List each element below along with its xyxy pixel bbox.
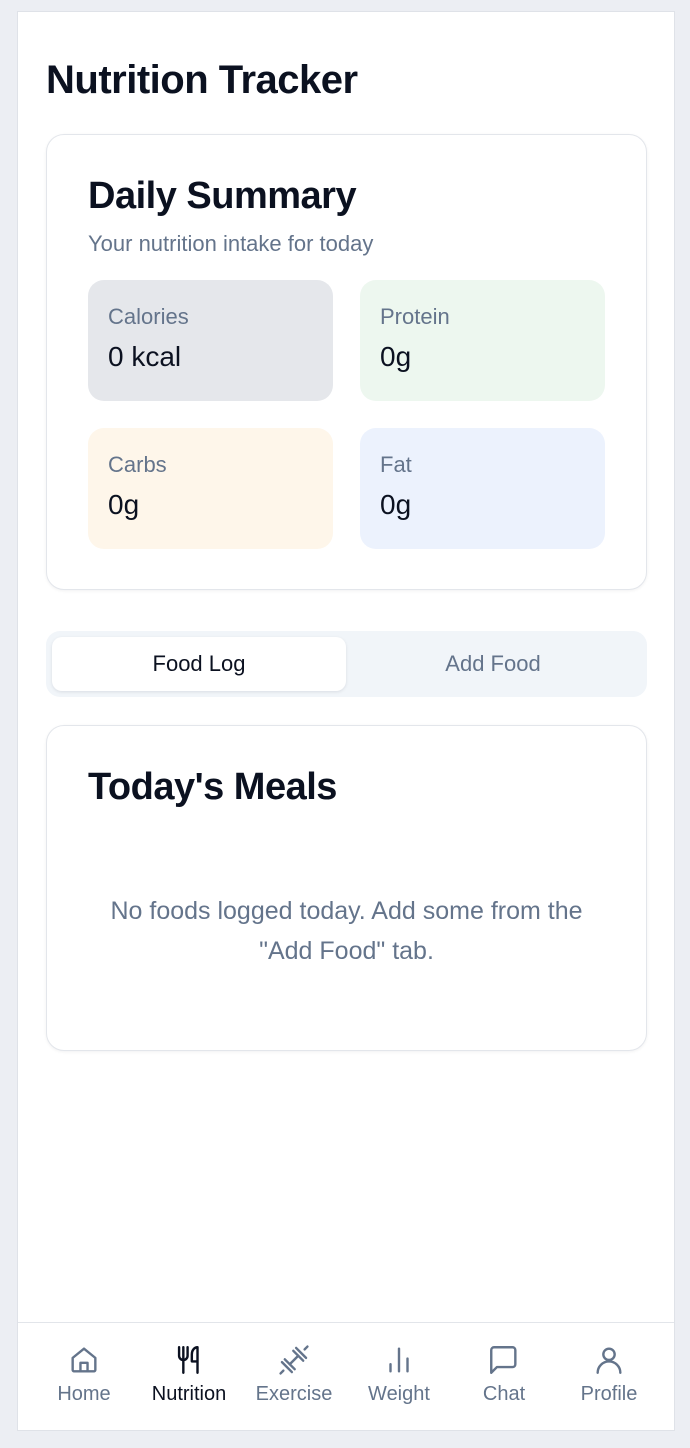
todays-meals-card: Today's Meals No foods logged today. Add… [46, 725, 647, 1051]
nav-home[interactable]: Home [29, 1323, 139, 1430]
utensils-icon [177, 1346, 199, 1374]
nav-profile-label: Profile [580, 1383, 638, 1405]
nav-nutrition-label: Nutrition [151, 1383, 227, 1405]
tab-add-food[interactable]: Add Food [346, 637, 640, 691]
daily-summary-title: Daily Summary [88, 175, 357, 217]
fat-value: 0g [380, 489, 412, 520]
calories-value: 0 kcal [108, 341, 182, 372]
carbs-value: 0g [108, 489, 140, 520]
bottom-nav: Home Nutrition Exercise Weight Chat Prof… [18, 1322, 674, 1430]
user-icon [596, 1347, 622, 1374]
calories-stat: Calories 0 kcal [88, 280, 333, 401]
view-tabs: Food Log Add Food [46, 631, 647, 697]
nav-nutrition[interactable]: Nutrition [134, 1323, 244, 1430]
protein-value: 0g [380, 341, 412, 372]
protein-label: Protein [380, 304, 450, 329]
page-title: Nutrition Tracker [46, 58, 358, 102]
fat-stat: Fat 0g [360, 428, 605, 549]
message-icon [490, 1346, 517, 1374]
carbs-label: Carbs [108, 452, 167, 477]
empty-meals-message: No foods logged today. Add some from the… [110, 897, 583, 965]
nav-profile[interactable]: Profile [554, 1323, 664, 1430]
app-screen: Nutrition Tracker Daily Summary Your nut… [17, 11, 675, 1431]
daily-summary-card: Daily Summary Your nutrition intake for … [46, 134, 647, 590]
home-icon [71, 1347, 97, 1373]
tab-food-log[interactable]: Food Log [52, 637, 346, 691]
nav-weight-label: Weight [368, 1383, 430, 1405]
nav-exercise-label: Exercise [255, 1383, 333, 1405]
todays-meals-title: Today's Meals [88, 766, 337, 808]
nav-exercise[interactable]: Exercise [239, 1323, 349, 1430]
carbs-stat: Carbs 0g [88, 428, 333, 549]
protein-stat: Protein 0g [360, 280, 605, 401]
dumbbell-icon [279, 1345, 309, 1375]
nav-chat-label: Chat [482, 1383, 526, 1405]
fat-label: Fat [380, 452, 412, 477]
daily-summary-subtitle: Your nutrition intake for today [88, 231, 374, 256]
nav-home-label: Home [57, 1383, 111, 1405]
bar-chart-icon [389, 1347, 409, 1373]
nav-chat[interactable]: Chat [449, 1323, 559, 1430]
calories-label: Calories [108, 304, 189, 329]
nav-weight[interactable]: Weight [344, 1323, 454, 1430]
